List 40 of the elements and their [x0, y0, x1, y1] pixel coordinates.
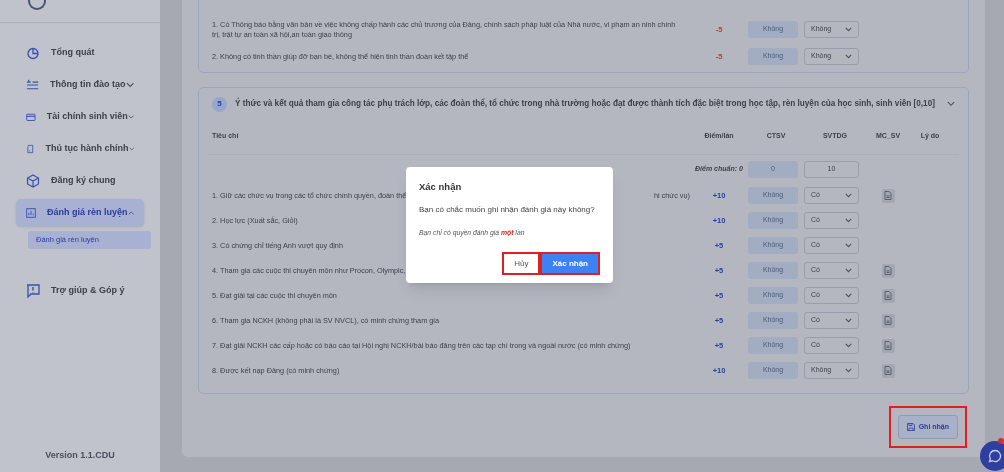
section-title: Ý thức và kết quả tham gia công tác phụ trách lớp, các đoàn thể, tổ chức trong nhà trường hoặc đạt được thành tích đặc biệt trong học tập, rèn luyện của học sinh, sinh viên [0,10] — [235, 97, 936, 110]
chart-pie-icon — [26, 45, 40, 60]
save-icon — [906, 423, 915, 431]
sidebar-item[interactable]: Đánh giá rèn luyện — [16, 199, 144, 226]
version-label: Version 1.1.CDU — [44, 448, 116, 462]
file-icon[interactable] — [881, 188, 895, 203]
feedback-icon — [26, 283, 40, 298]
caret-icon — [845, 193, 852, 198]
cancel-button[interactable]: Hủy — [502, 252, 541, 276]
caret-icon — [845, 243, 852, 248]
sidebar-item[interactable]: Đăng ký chung — [16, 167, 144, 194]
chat-button[interactable] — [980, 441, 1004, 471]
confirm-button[interactable]: Xác nhận — [540, 252, 600, 276]
bar-chart-icon — [26, 205, 37, 220]
dialog-title: Xác nhận — [419, 180, 463, 194]
file-icon[interactable] — [881, 263, 895, 278]
sidebar-item[interactable]: Trợ giúp & Góp ý — [16, 277, 144, 304]
dialog-message: Bạn có chắc muốn ghi nhận đánh giá này không? — [419, 204, 596, 217]
sidebar-item[interactable]: Tổng quát — [16, 39, 144, 66]
caret-icon — [845, 318, 852, 323]
file-icon[interactable] — [881, 363, 895, 378]
file-icon[interactable] — [881, 313, 895, 328]
collapse-toggle[interactable] — [947, 101, 955, 107]
caret-icon — [845, 27, 852, 32]
file-icon[interactable] — [881, 288, 895, 303]
caret-icon — [845, 343, 852, 348]
sidebar-item[interactable]: Tài chính sinh viên — [16, 103, 144, 130]
file-icon[interactable] — [881, 338, 895, 353]
chat-icon — [988, 449, 1002, 463]
logo-icon — [28, 0, 46, 10]
caret-icon — [845, 54, 852, 59]
caret-icon — [845, 293, 852, 298]
sidebar-item[interactable]: Thủ tục hành chính — [16, 135, 144, 162]
cube-icon — [26, 173, 40, 188]
list-icon — [26, 77, 40, 92]
sidebar-item[interactable]: Thông tin đào tạo — [16, 71, 144, 98]
caret-icon — [845, 218, 852, 223]
section-number: 5 — [212, 96, 227, 112]
caret-icon — [845, 368, 852, 373]
caret-icon — [845, 268, 852, 273]
